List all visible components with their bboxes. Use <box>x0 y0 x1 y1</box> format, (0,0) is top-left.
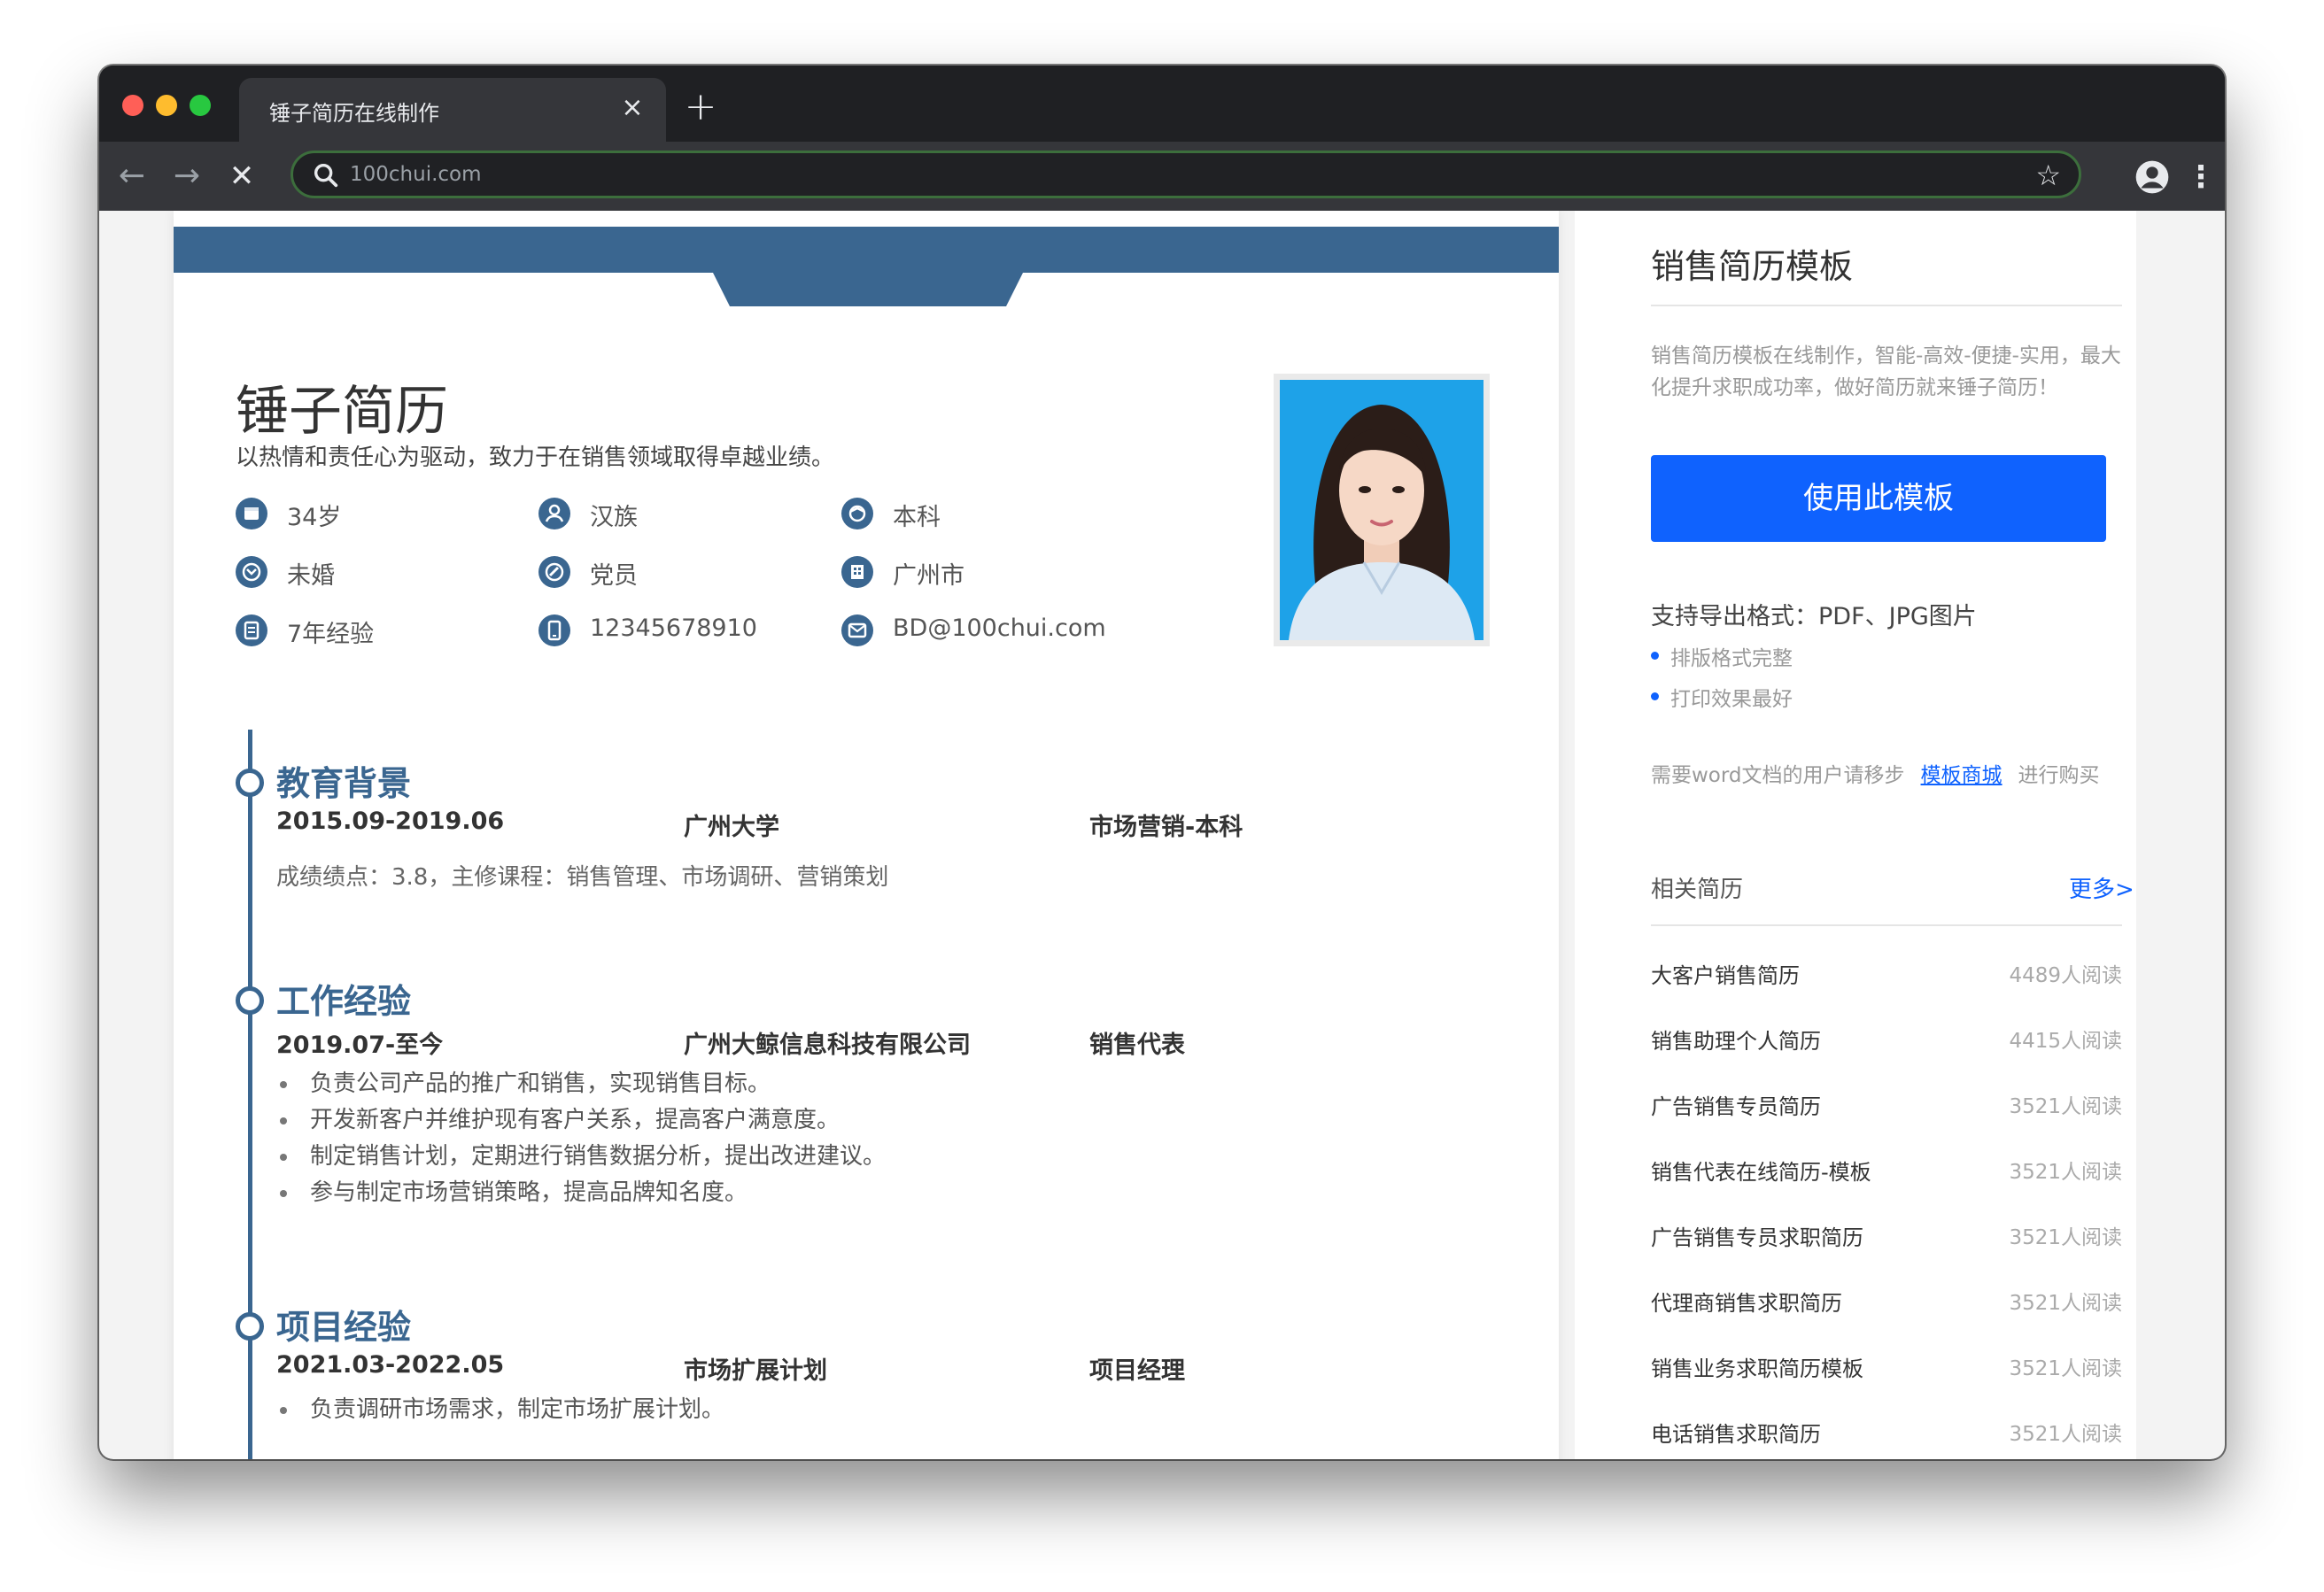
resume-tagline: 以热情和责任心为驱动，致力于在销售领域取得卓越业绩。 <box>236 444 835 471</box>
building-icon <box>841 556 873 588</box>
phone-icon <box>538 614 570 646</box>
word-note: 需要word文档的用户请移步 模板商城 进行购买 <box>1651 764 2100 787</box>
related-item[interactable]: 代理商销售求职简历 3521人阅读 <box>1651 1286 2122 1321</box>
project-bullets: 负责调研市场需求，制定市场扩展计划。 <box>276 1392 724 1428</box>
work-date: 2019.07-至今 <box>276 1032 444 1059</box>
tab-title: 锤子简历在线制作 <box>269 101 439 126</box>
education-detail: 成绩绩点：3.8，主修课程：销售管理、市场调研、营销策划 <box>276 864 889 891</box>
timeline-node-education <box>236 769 264 797</box>
mail-icon <box>841 614 873 646</box>
project-name: 市场扩展计划 <box>684 1357 827 1385</box>
project-title: 项目经验 <box>276 1308 412 1347</box>
work-bullets: 负责公司产品的推广和销售，实现销售目标。 开发新客户并维护现有客户关系，提高客户… <box>276 1066 886 1211</box>
education-school: 广州大学 <box>684 814 779 841</box>
profile-photo <box>1274 374 1490 646</box>
export-formats: 支持导出格式：PDF、JPG图片 <box>1651 603 1977 630</box>
list-item: 开发新客户并维护现有客户关系，提高客户满意度。 <box>276 1102 886 1139</box>
work-role: 销售代表 <box>1089 1032 1185 1059</box>
graduation-cap-icon <box>841 498 873 529</box>
divider <box>1651 924 2122 926</box>
new-tab-button[interactable]: + <box>678 87 723 131</box>
timeline-line <box>248 730 252 1459</box>
related-item[interactable]: 销售助理个人简历 4415人阅读 <box>1651 1024 2122 1059</box>
url-text[interactable]: 100chui.com <box>350 163 482 186</box>
resume-header-tab <box>712 271 1024 306</box>
browser-menu-button[interactable]: ⋮ <box>2186 159 2216 195</box>
browser-tab[interactable]: 锤子简历在线制作 × <box>239 78 666 142</box>
related-item[interactable]: 广告销售专员求职简历 3521人阅读 <box>1651 1220 2122 1256</box>
browser-window: 锤子简历在线制作 × + ← → ✕ 100chui.com ☆ ⋮ 锤子简历 … <box>99 66 2225 1459</box>
list-item: 制定销售计划，定期进行销售数据分析，提出改进建议。 <box>276 1139 886 1175</box>
window-minimize-button[interactable] <box>156 95 177 116</box>
address-bar[interactable]: 100chui.com ☆ <box>290 151 2081 198</box>
document-icon <box>236 614 267 646</box>
template-store-link[interactable]: 模板商城 <box>1921 764 2003 787</box>
related-title: 相关简历 <box>1651 877 1744 903</box>
party-badge-icon <box>538 556 570 588</box>
resume-preview: 锤子简历 以热情和责任心为驱动，致力于在销售领域取得卓越业绩。 34岁 汉族 本… <box>174 211 1559 1459</box>
feature-item: 排版格式完整 <box>1651 641 1793 671</box>
sidebar-description: 销售简历模板在线制作，智能-高效-便捷-实用，最大化提升求职成功率，做好简历就来… <box>1651 344 2121 399</box>
bookmark-star-icon[interactable]: ☆ <box>2035 158 2061 192</box>
education-major: 市场营销-本科 <box>1089 814 1243 841</box>
account-icon[interactable] <box>2134 159 2170 195</box>
list-item: 负责调研市场需求，制定市场扩展计划。 <box>276 1392 724 1428</box>
portrait-image <box>1280 380 1483 640</box>
page-viewport: 锤子简历 以热情和责任心为驱动，致力于在销售领域取得卓越业绩。 34岁 汉族 本… <box>99 211 2225 1459</box>
tab-close-icon[interactable]: × <box>615 90 650 126</box>
back-button[interactable]: ← <box>110 154 154 198</box>
window-maximize-button[interactable] <box>190 95 211 116</box>
timeline-node-work <box>236 986 264 1015</box>
use-template-button[interactable]: 使用此模板 <box>1651 455 2106 542</box>
related-item[interactable]: 广告销售专员简历 3521人阅读 <box>1651 1089 2122 1124</box>
browser-toolbar: ← → ✕ 100chui.com ☆ ⋮ <box>99 142 2225 211</box>
heart-icon <box>236 556 267 588</box>
resume-name: 锤子简历 <box>236 381 448 443</box>
project-date: 2021.03-2022.05 <box>276 1351 505 1379</box>
more-link[interactable]: 更多> <box>2069 871 2134 904</box>
template-sidebar: 销售简历模板 销售简历模板在线制作，智能-高效-便捷-实用，最大化提升求职成功率… <box>1575 211 2136 1459</box>
list-item: 参与制定市场营销策略，提高品牌知名度。 <box>276 1175 886 1211</box>
timeline-node-project <box>236 1312 264 1341</box>
work-company: 广州大鲸信息科技有限公司 <box>684 1032 971 1059</box>
education-date: 2015.09-2019.06 <box>276 808 505 835</box>
work-title: 工作经验 <box>276 982 412 1021</box>
window-close-button[interactable] <box>122 95 143 116</box>
forward-button[interactable]: → <box>165 154 209 198</box>
search-icon <box>314 163 338 188</box>
calendar-icon <box>236 498 267 529</box>
stop-loading-button[interactable]: ✕ <box>220 154 264 198</box>
tab-strip: 锤子简历在线制作 × + <box>99 66 2225 142</box>
list-item: 负责公司产品的推广和销售，实现销售目标。 <box>276 1066 886 1102</box>
feature-item: 打印效果最好 <box>1651 682 1793 712</box>
divider <box>1651 305 2122 306</box>
related-item[interactable]: 销售代表在线简历-模板 3521人阅读 <box>1651 1155 2122 1190</box>
project-role: 项目经理 <box>1089 1357 1185 1385</box>
education-title: 教育背景 <box>276 764 412 803</box>
related-item[interactable]: 电话销售求职简历 3521人阅读 <box>1651 1417 2122 1452</box>
related-item[interactable]: 大客户销售简历 4489人阅读 <box>1651 958 2122 993</box>
related-item[interactable]: 销售业务求职简历模板 3521人阅读 <box>1651 1351 2122 1387</box>
sidebar-title: 销售简历模板 <box>1651 247 1854 286</box>
person-icon <box>538 498 570 529</box>
resume-header-band <box>174 227 1559 273</box>
